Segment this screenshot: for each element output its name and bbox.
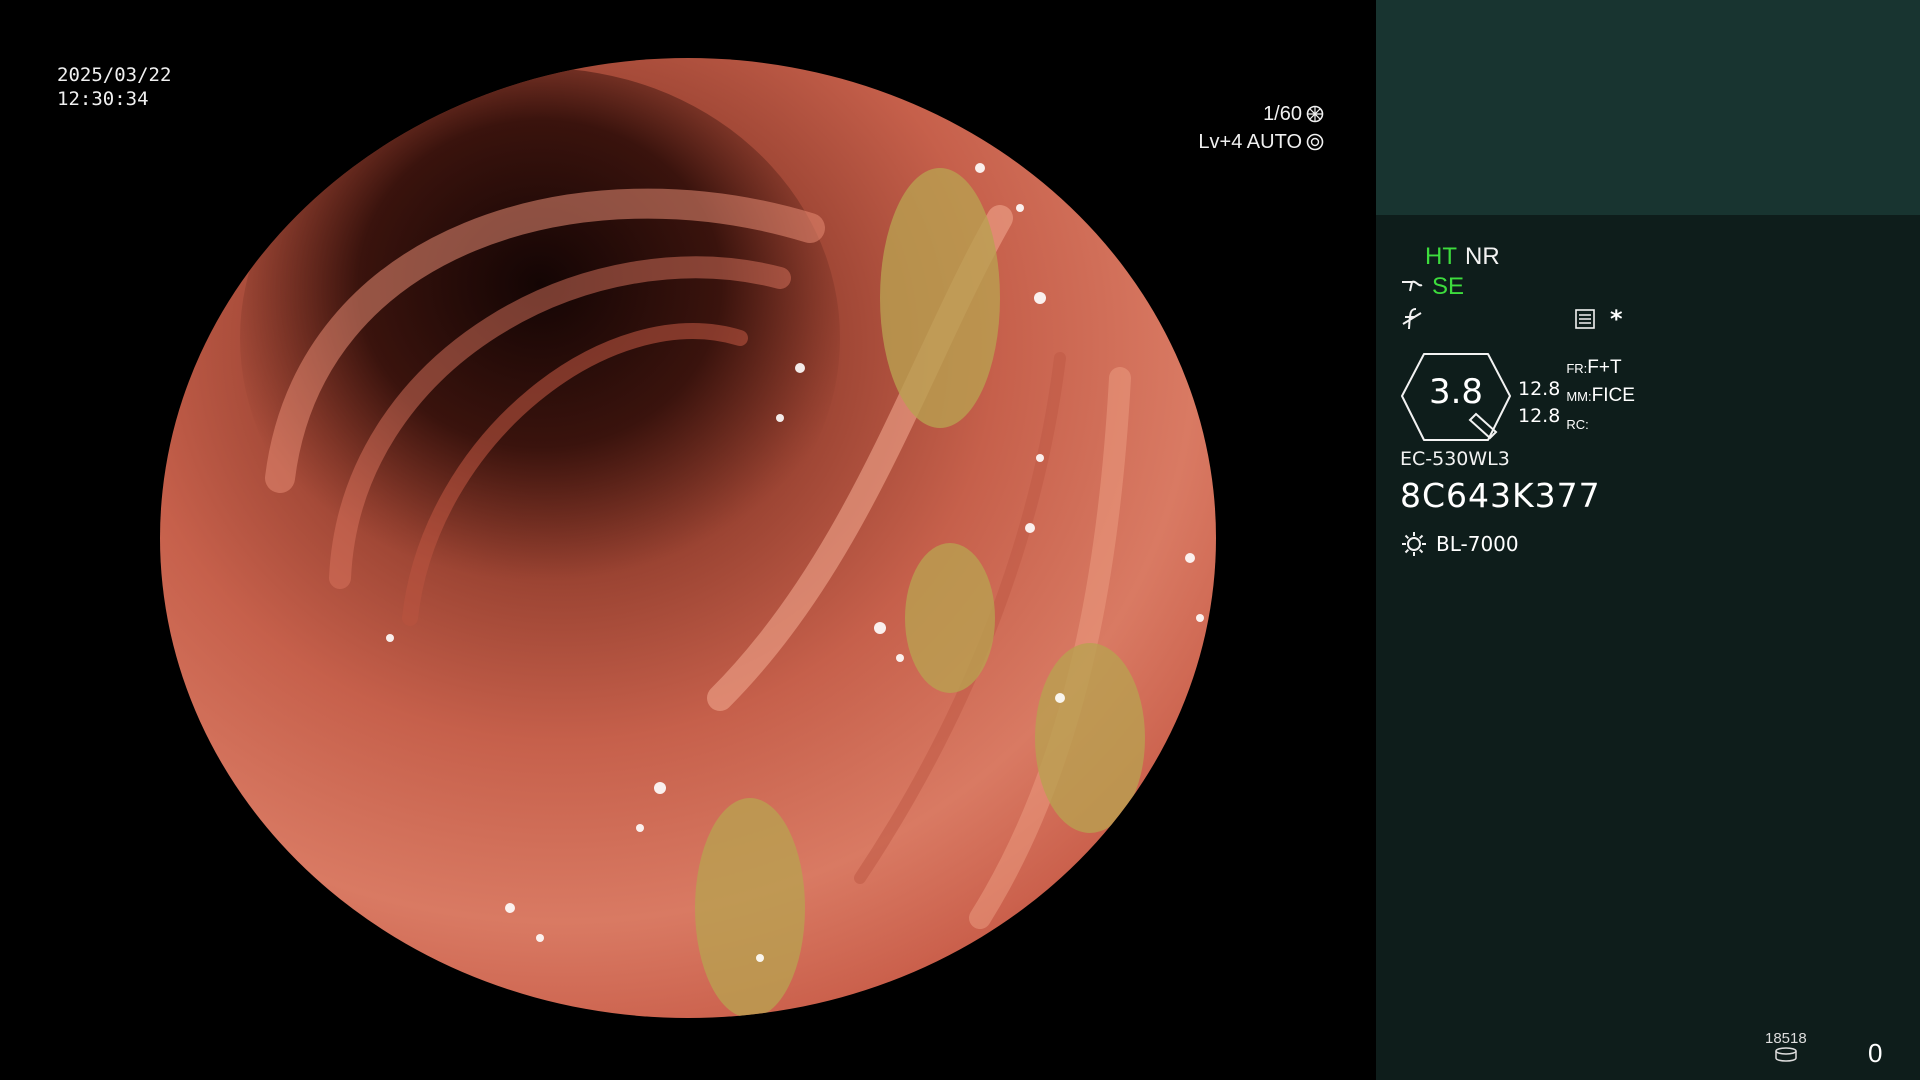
info-panel: HT NR SE * 3.8 12.8 12.8 FR:F+T MM:FICE …: [1376, 0, 1920, 1080]
disk-storage-icon: [1775, 1047, 1797, 1062]
gauge-row: 3.8 12.8 12.8 FR:F+T MM:FICE RC:: [1400, 352, 1635, 441]
gauge-readouts: 12.8 12.8: [1518, 362, 1560, 430]
mm-value: FICE: [1591, 385, 1635, 406]
fr-value: F+T: [1587, 357, 1622, 378]
menu-list-icon: [1575, 309, 1595, 329]
scope-serial: 8C643K377: [1400, 476, 1601, 515]
gauge-readout-top: 12.8: [1518, 378, 1561, 400]
endoscope-image: [160, 58, 1216, 1018]
shutter-label: 1/60: [1263, 103, 1302, 125]
mm-label: MM:: [1566, 389, 1592, 404]
se-mode: SE: [1432, 273, 1465, 300]
panel-header-area: [1376, 0, 1920, 215]
fr-label: FR:: [1566, 361, 1588, 376]
iris-icon: [1306, 133, 1324, 151]
counter-value: 18518: [1765, 1030, 1807, 1047]
scope-model: EC-530WL3: [1400, 448, 1510, 470]
ht-mode: HT: [1425, 243, 1457, 270]
light-source-label: BL-7000: [1436, 532, 1519, 556]
image-counter: 18518: [1765, 1030, 1807, 1067]
gauge-readout-bottom: 12.8: [1518, 405, 1561, 427]
curve-scope-icon: [1402, 280, 1423, 292]
date-label: 2025/03/22: [57, 64, 172, 86]
mode-info: HT NR SE: [1400, 242, 1900, 302]
time-label: 12:30:34: [57, 88, 149, 110]
shutter-icon: [1306, 105, 1324, 123]
processing-settings: FR:F+T MM:FICE RC:: [1566, 354, 1635, 438]
magnification-gauge: 3.8: [1400, 352, 1512, 441]
gauge-value: 3.8: [1428, 372, 1484, 412]
asterisk-label: *: [1610, 305, 1623, 333]
video-area: 2025/03/22 12:30:34 1/60 Lv+4 AUTO: [0, 0, 1376, 1080]
rc-label: RC:: [1566, 417, 1589, 432]
struck-f-icon: [1402, 308, 1422, 330]
datetime: 2025/03/22 12:30:34: [57, 63, 171, 111]
bottom-count: 0: [1868, 1038, 1883, 1068]
iris-label: Lv+4 AUTO: [1198, 131, 1302, 153]
icon-row: *: [1400, 305, 1623, 333]
nr-mode: NR: [1465, 243, 1500, 270]
exposure-info: 1/60 Lv+4 AUTO: [1198, 100, 1324, 156]
light-source-icon: [1402, 532, 1426, 556]
light-source-row: BL-7000: [1400, 530, 1519, 558]
